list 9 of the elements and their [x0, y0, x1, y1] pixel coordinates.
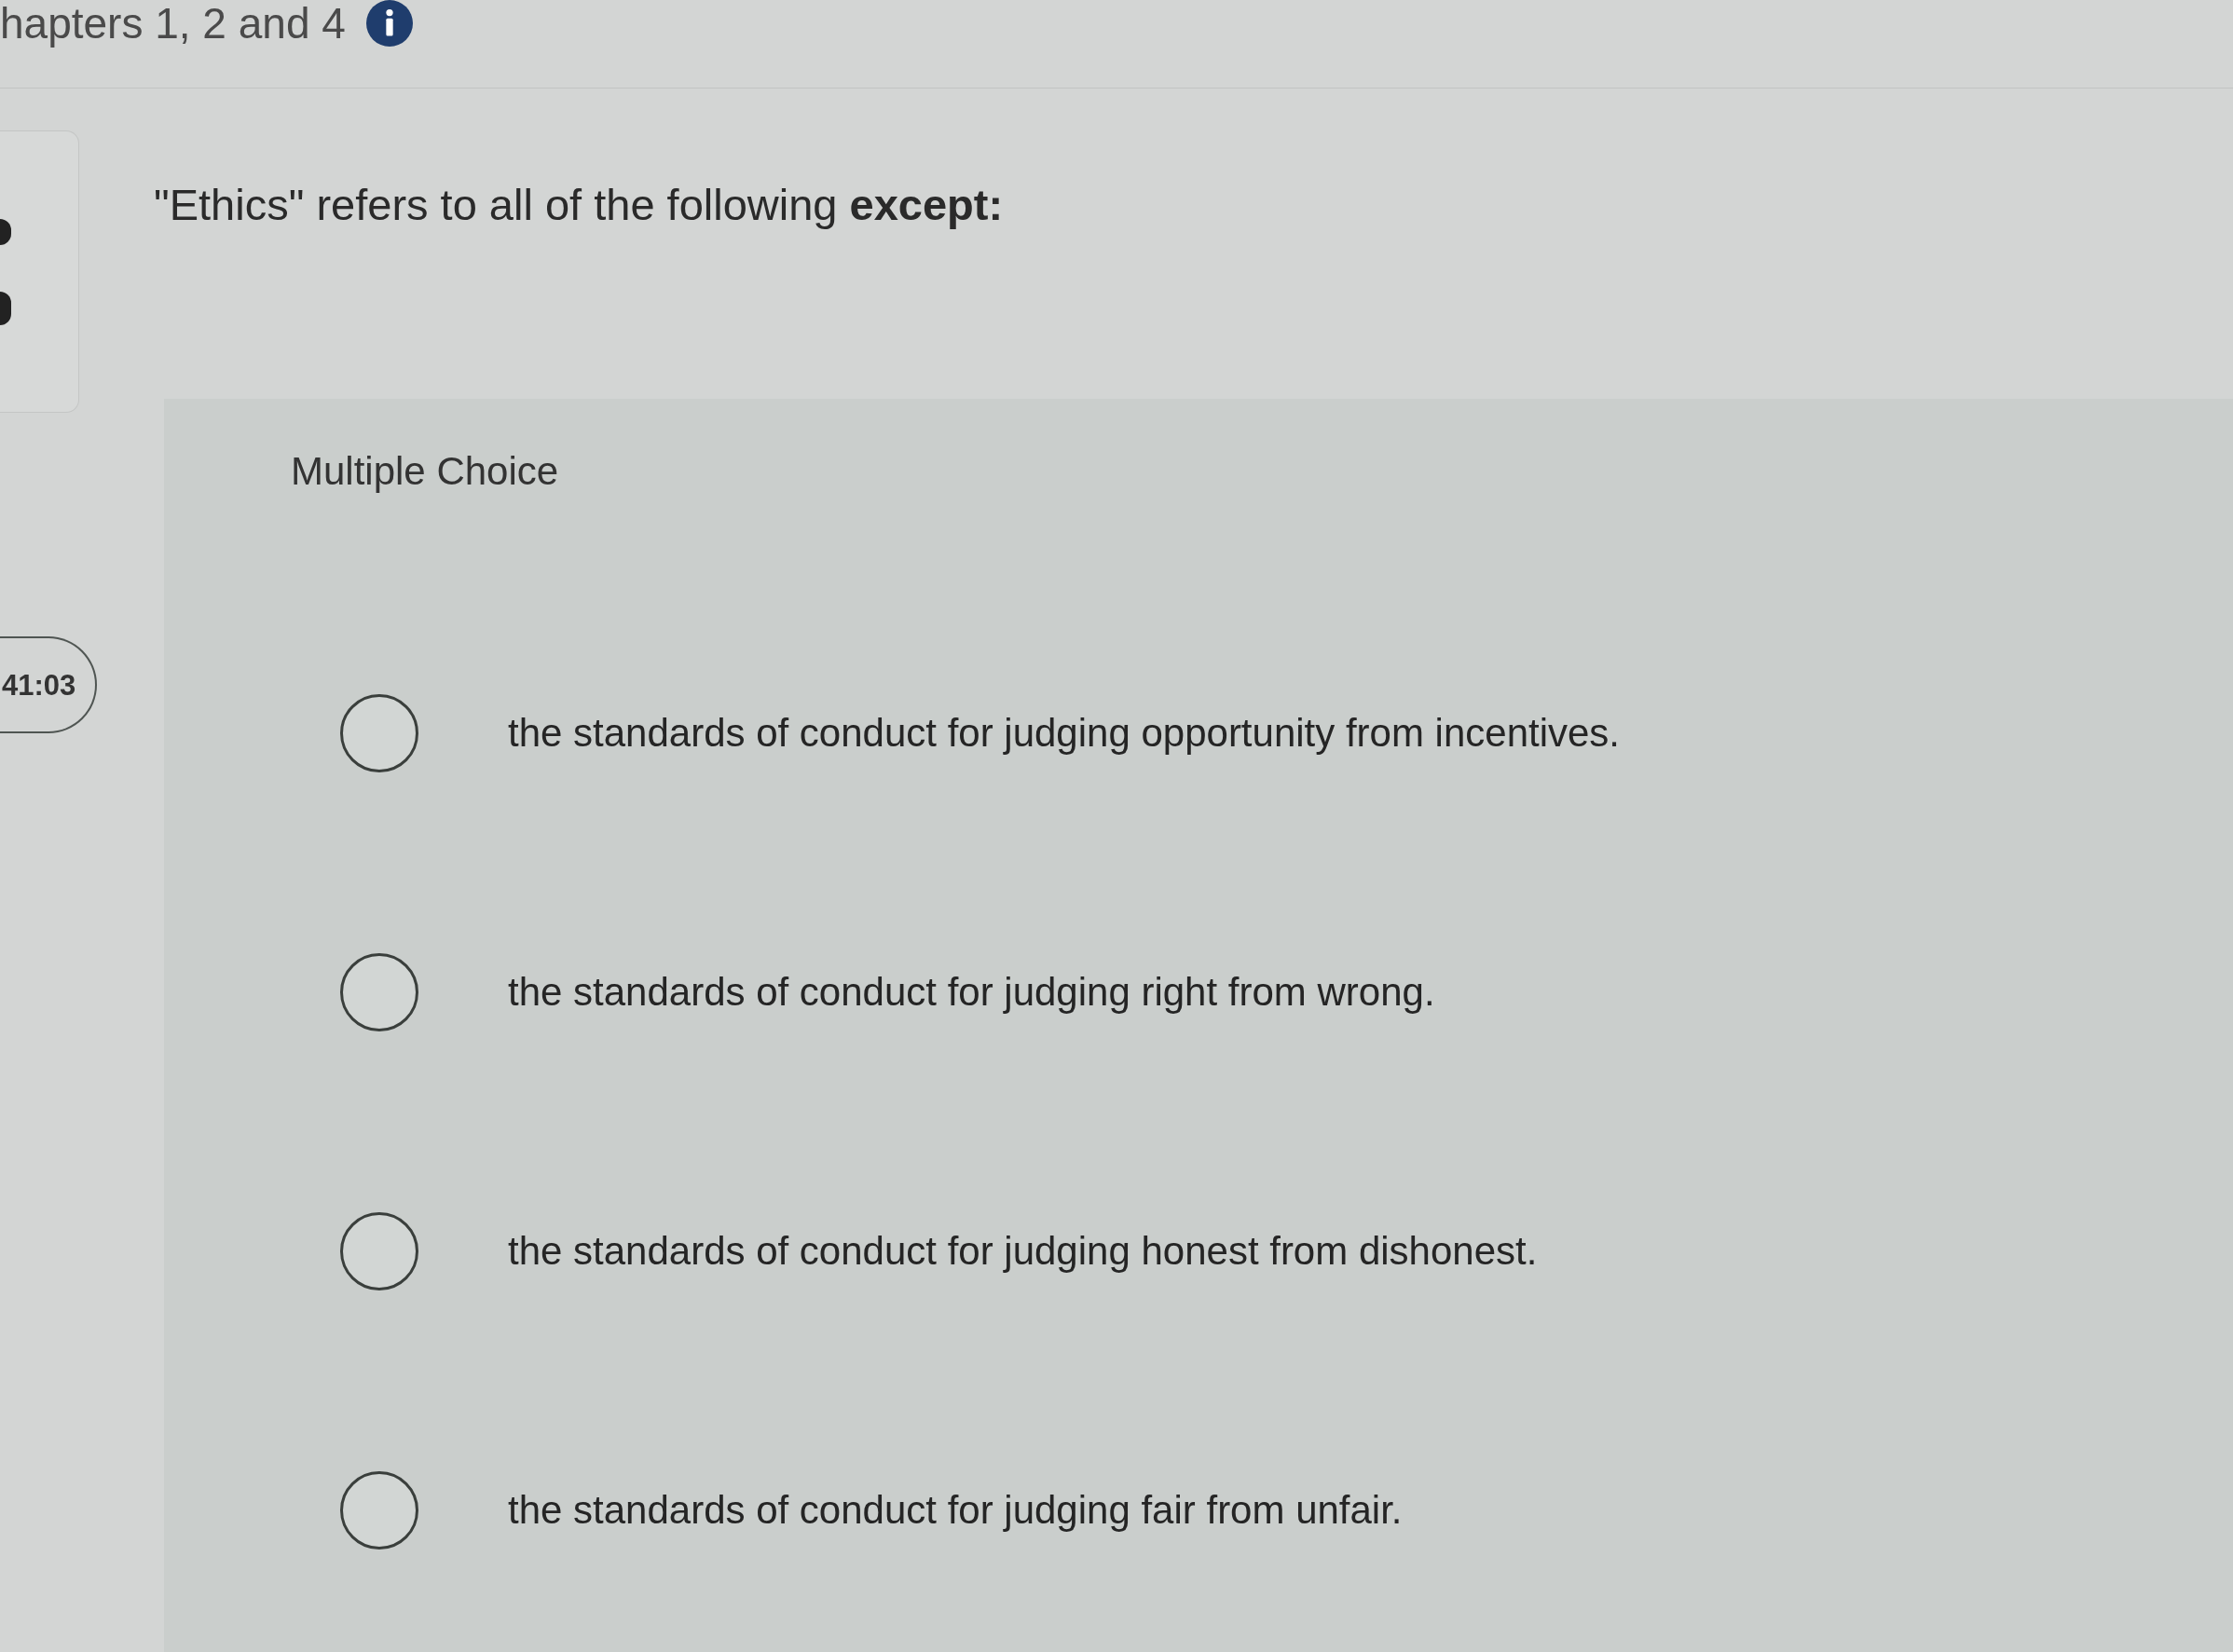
chapter-title: hapters 1, 2 and 4 — [0, 0, 346, 47]
question-text: "Ethics" refers to all of the following except: — [154, 180, 1004, 229]
info-icon[interactable] — [365, 0, 413, 47]
option-text[interactable]: the standards of conduct for judging opportunity from incentives. — [508, 710, 1621, 757]
option-text[interactable]: the standards of conduct for judging honest from dishonest. — [508, 1228, 1538, 1275]
option-text[interactable]: the standards of conduct for judging right from wrong. — [508, 969, 1435, 1016]
question-type-label: Multiple Choice — [291, 448, 559, 495]
option-text[interactable]: the standards of conduct for judging fair from unfair. — [508, 1487, 1403, 1534]
timer-pill: 41:03 — [0, 636, 97, 733]
